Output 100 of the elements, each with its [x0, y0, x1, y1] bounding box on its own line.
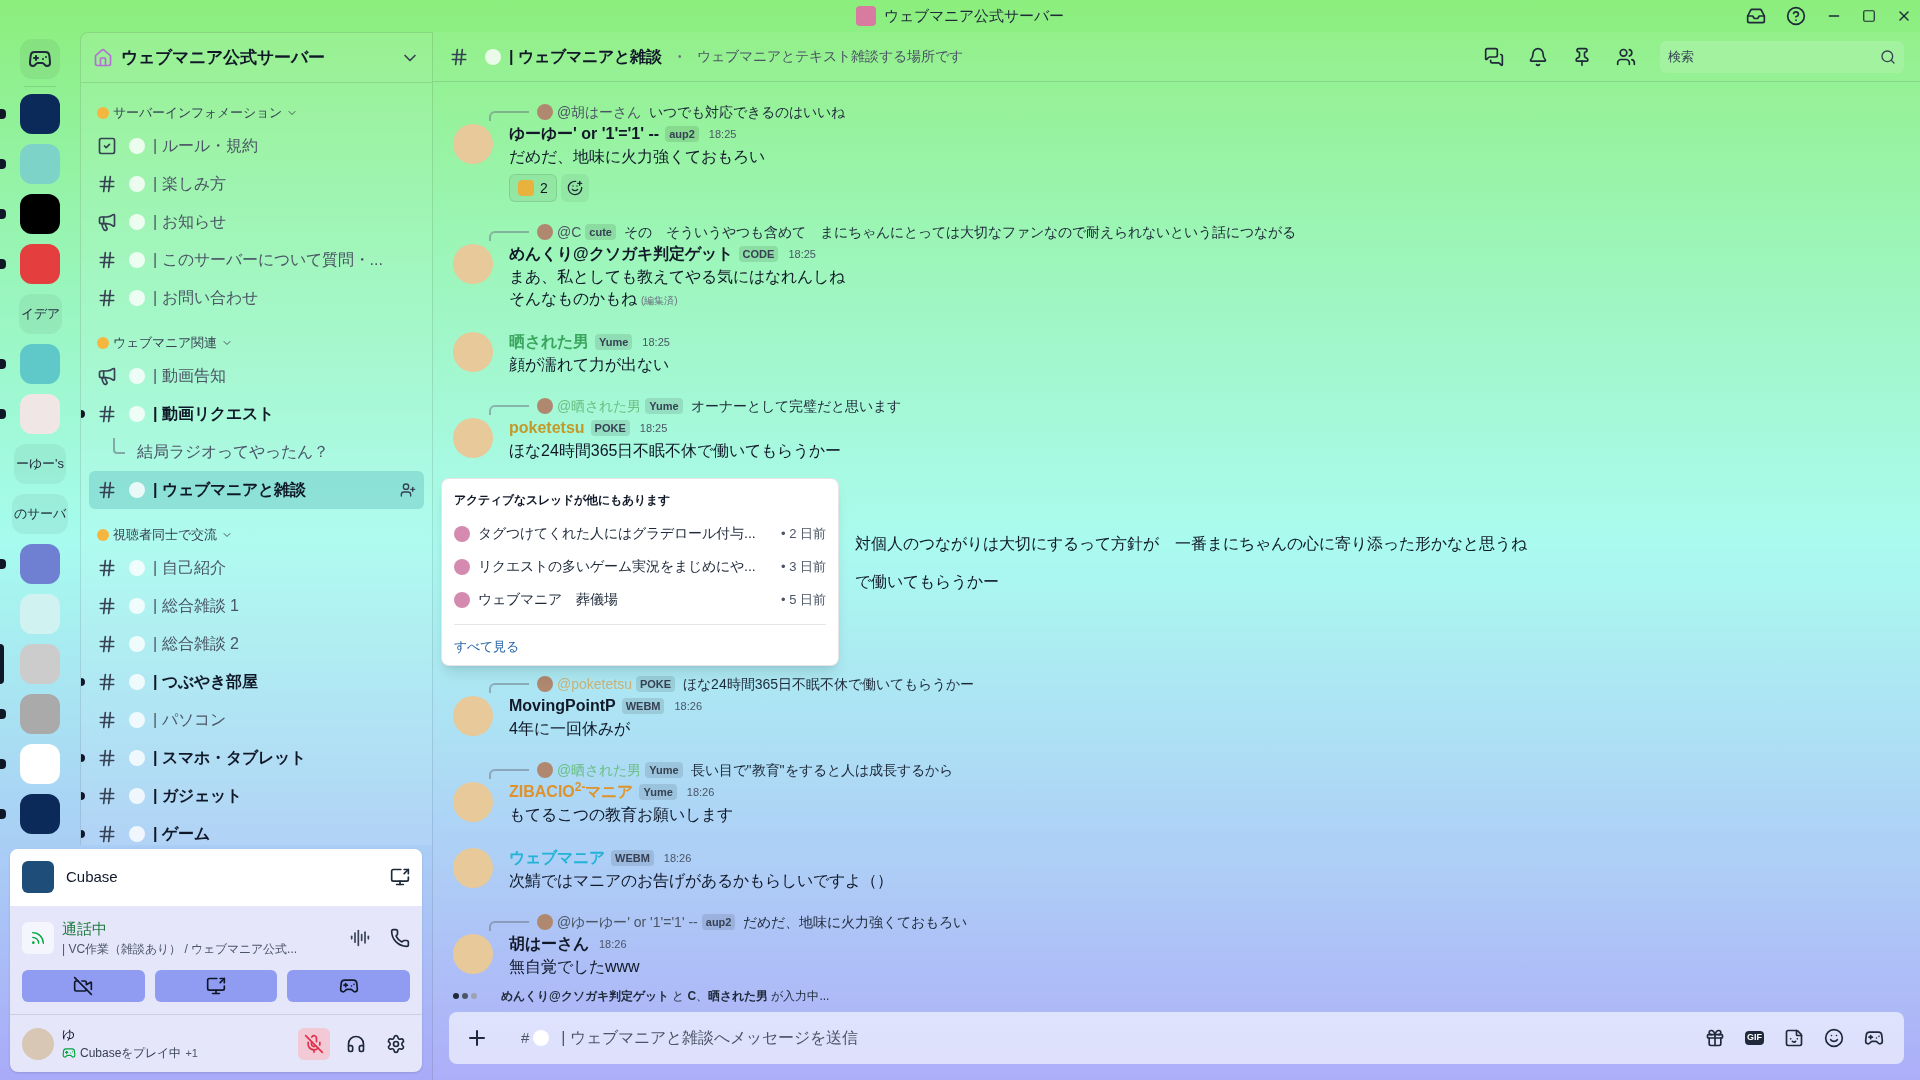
category-label[interactable]: 視聴者同士で交流: [113, 525, 217, 545]
author-name[interactable]: めんくり@クソガキ判定ゲット: [509, 242, 733, 266]
settings-icon[interactable]: [386, 1033, 406, 1054]
members-icon[interactable]: [1616, 46, 1636, 67]
gift-icon[interactable]: [1705, 1028, 1725, 1048]
channel-item[interactable]: | パソコン: [89, 701, 424, 739]
emoji-icon: [518, 180, 534, 196]
reply-preview[interactable]: その そういうやつも含めて まにちゃんにとっては大切なファンなので耐えられないという話につながる: [623, 221, 1296, 243]
server-name[interactable]: ウェブマニア公式サーバー: [121, 44, 392, 71]
channel-item[interactable]: | ルール・規約: [89, 127, 424, 165]
voice-status[interactable]: 通話中: [62, 917, 342, 940]
camera-button[interactable]: [22, 970, 145, 1002]
screen-share-icon[interactable]: [390, 867, 410, 887]
maximize-icon[interactable]: [1862, 9, 1876, 23]
timestamp: 18:25: [642, 334, 670, 350]
server-button[interactable]: のサーバ: [12, 494, 68, 534]
thread-name: タグつけてくれた人にはグラデロール付与...: [478, 524, 756, 543]
add-reaction-button[interactable]: [560, 174, 589, 202]
thread-row[interactable]: ウェブマニア 葬儀場 • 5 日前: [454, 583, 826, 616]
emoji-picker-icon[interactable]: [1824, 1028, 1844, 1048]
channel-item[interactable]: | つぶやき部屋: [89, 663, 424, 701]
reaction-button[interactable]: 2: [509, 174, 557, 202]
help-icon[interactable]: [1786, 6, 1806, 26]
emoji-icon: [129, 826, 145, 842]
pin-icon[interactable]: [1572, 46, 1592, 67]
channel-name: | お知らせ: [153, 212, 227, 232]
window-title: ウェブマニア公式サーバー: [884, 5, 1064, 26]
author-name[interactable]: MovingPointP: [509, 694, 616, 718]
disconnect-icon[interactable]: [390, 927, 410, 948]
screen-share-button[interactable]: [154, 970, 278, 1002]
channel-item[interactable]: | ゲーム: [89, 815, 424, 845]
reply-author[interactable]: @C: [557, 221, 582, 243]
category-label[interactable]: サーバーインフォメーション: [113, 103, 282, 123]
channel-item[interactable]: | このサーバーについて質問・...: [89, 241, 424, 279]
reply-preview[interactable]: ほな24時間365日不眠不休で働いてもらうかー: [683, 673, 975, 695]
category-label[interactable]: ウェブマニア関連: [113, 333, 217, 353]
search-field[interactable]: 検索: [1660, 40, 1904, 73]
activity-button[interactable]: [287, 970, 410, 1002]
reply-preview[interactable]: いつでも対応できるのはいいね: [649, 101, 846, 123]
sticker-icon[interactable]: [1784, 1028, 1804, 1048]
thread-age: • 5 日前: [781, 590, 826, 609]
see-all-link[interactable]: すべて見る: [454, 633, 826, 661]
timestamp: 18:26: [663, 850, 692, 866]
channel-name: | ウェブマニアと雑談: [153, 480, 307, 500]
channel-name: | パソコン: [153, 710, 227, 730]
reply-preview[interactable]: オーナーとして完璧だと思います: [690, 395, 901, 417]
thread-age: • 2 日前: [781, 524, 826, 543]
channel-item[interactable]: | 楽しみ方: [89, 165, 424, 203]
channel-item[interactable]: | 動画告知: [89, 357, 424, 395]
server-icon-placeholder[interactable]: [20, 794, 60, 834]
role-tag: Yume: [645, 762, 683, 778]
emoji-icon: [129, 482, 145, 498]
rules-icon: [97, 136, 117, 156]
channel-item[interactable]: | お知らせ: [89, 203, 424, 241]
hash-icon: [97, 404, 117, 424]
emoji-icon: [129, 750, 145, 766]
voice-channel[interactable]: | VC作業（雑談あり） / ウェブマニア公式...: [62, 940, 342, 958]
headphones-icon[interactable]: [346, 1033, 366, 1054]
server-button[interactable]: イデア: [18, 294, 62, 334]
emoji-icon: [129, 598, 145, 614]
reply-author[interactable]: @胡はーさん: [557, 101, 642, 123]
timestamp: 18:26: [686, 784, 715, 800]
author-name[interactable]: ゆーゆー' or '1'='1' --: [509, 122, 660, 146]
emoji-icon: [129, 176, 145, 192]
channel-item[interactable]: | ウェブマニアと雑談: [89, 471, 424, 509]
hash-icon: [97, 288, 117, 308]
channel-item[interactable]: | 自己紹介: [89, 549, 424, 587]
inbox-icon[interactable]: [1746, 6, 1766, 26]
channel-name: | お問い合わせ: [153, 288, 259, 308]
message-text: 対個人のつながりは大切にするって方針が 一番まにちゃんの心に寄り添った形かなと思うね: [855, 535, 1527, 552]
server-icon-placeholder[interactable]: [20, 94, 60, 134]
channel-item[interactable]: | お問い合わせ: [89, 279, 424, 317]
home-server-button[interactable]: [20, 39, 60, 79]
invite-icon[interactable]: [400, 482, 416, 498]
reply-preview[interactable]: だめだ、地味に火力強くておもろい: [743, 911, 968, 933]
channel-item[interactable]: | 動画リクエスト: [89, 395, 424, 433]
server-icon-placeholder[interactable]: [20, 194, 60, 234]
reply-author[interactable]: @ゆーゆー' or '1'='1' --: [557, 911, 698, 933]
gamepad-icon[interactable]: [1864, 1028, 1884, 1048]
channel-item[interactable]: | 総合雑談 2: [89, 625, 424, 663]
channel-item[interactable]: | 総合雑談 1: [89, 587, 424, 625]
thread-row[interactable]: リクエストの多いゲーム実況をまじめにや... • 3 日前: [454, 550, 826, 583]
author-name[interactable]: 胡はーさん: [509, 932, 589, 956]
reply-preview[interactable]: 長い目で"教育"をすると人は成長するから: [690, 759, 953, 781]
message-input[interactable]: # | ウェブマニアと雑談へメッセージを送信 GIF: [449, 1012, 1904, 1064]
channel-item[interactable]: | スマホ・タブレット: [89, 739, 424, 777]
user-status: Cubaseをプレイ中: [80, 1045, 182, 1063]
gif-button[interactable]: GIF: [1745, 1031, 1764, 1045]
channel-item[interactable]: | ガジェット: [89, 777, 424, 815]
mic-button[interactable]: [298, 1027, 330, 1060]
bell-icon[interactable]: [1528, 46, 1548, 67]
emoji-icon: [129, 138, 145, 154]
server-button[interactable]: ーゆー's: [14, 444, 66, 484]
noise-suppression-icon[interactable]: [350, 927, 370, 948]
thread-item[interactable]: 結局ラジオってやったん？: [137, 440, 329, 464]
threads-icon[interactable]: [1484, 46, 1504, 67]
emoji-icon: [129, 290, 145, 306]
thread-row[interactable]: タグつけてくれた人にはグラデロール付与... • 2 日前: [454, 517, 826, 550]
channel-name: | 動画告知: [153, 366, 227, 386]
role-tag: POKE: [635, 676, 676, 692]
